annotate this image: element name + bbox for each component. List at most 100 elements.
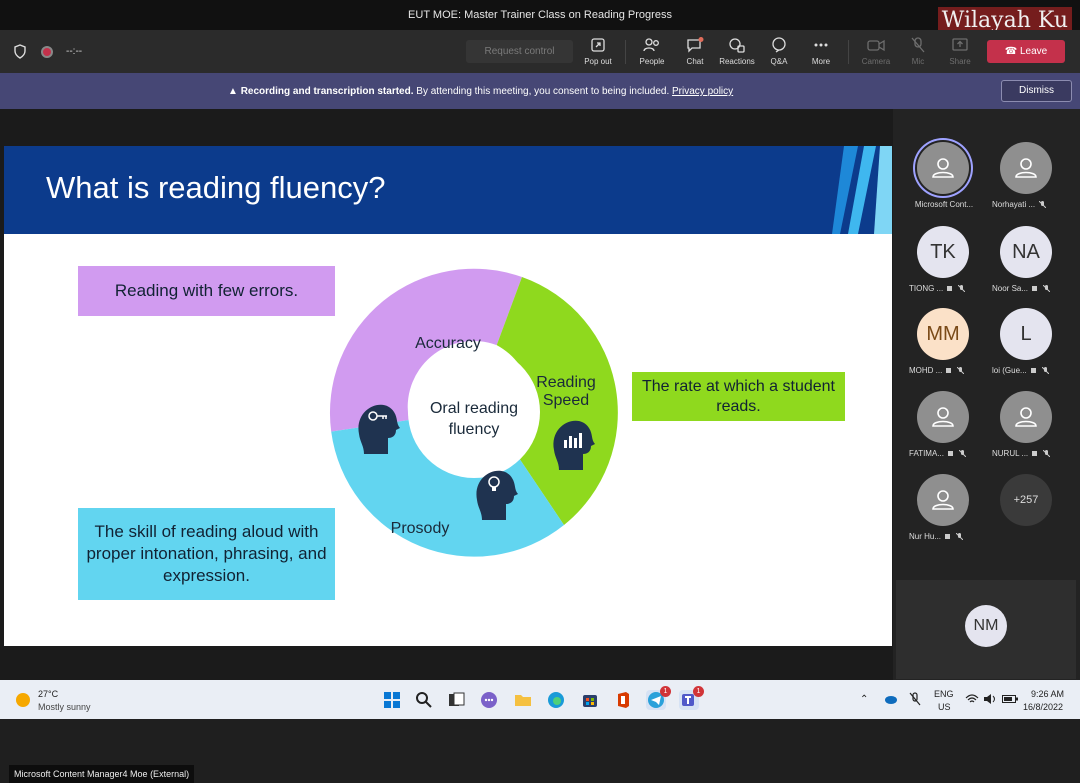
meeting-timer: --:-- bbox=[66, 46, 83, 57]
participant-tile[interactable]: Norhayati ... bbox=[986, 142, 1068, 224]
privacy-policy-link[interactable]: Privacy policy bbox=[672, 86, 733, 97]
windows-start-icon[interactable] bbox=[382, 690, 402, 710]
center-label-line1: Oral reading bbox=[430, 400, 518, 417]
edge-browser-icon[interactable] bbox=[546, 690, 566, 710]
sun-icon[interactable] bbox=[16, 693, 30, 707]
participant-tile[interactable]: L loi (Gue... bbox=[986, 308, 1068, 390]
video-off-icon bbox=[1032, 286, 1038, 292]
accuracy-label: Accuracy bbox=[415, 335, 481, 352]
dismiss-button[interactable]: Dismiss bbox=[1001, 80, 1072, 102]
leave-button[interactable]: ☎ Leave bbox=[987, 40, 1065, 63]
person-icon bbox=[932, 490, 954, 510]
video-off-icon bbox=[1030, 368, 1036, 374]
chevron-up-icon[interactable]: ⌃ bbox=[860, 694, 868, 705]
slide-header: What is reading fluency? bbox=[4, 146, 892, 234]
leave-label: Leave bbox=[1020, 46, 1048, 57]
participant-tile[interactable]: NURUL ... bbox=[986, 391, 1068, 473]
camera-button[interactable]: Camera bbox=[854, 36, 898, 66]
video-off-icon bbox=[945, 534, 951, 540]
participant-tile[interactable]: Microsoft Cont... bbox=[903, 142, 985, 224]
participant-name-text: MOHD ... bbox=[909, 366, 943, 376]
participant-tile[interactable]: FATIMA... bbox=[903, 391, 985, 473]
more-label: More bbox=[811, 57, 831, 66]
window-title: EUT MOE: Master Trainer Class on Reading… bbox=[408, 9, 672, 21]
qa-label: Q&A bbox=[770, 57, 788, 66]
prosody-definition-box: The skill of reading aloud with proper i… bbox=[78, 508, 335, 600]
wifi-icon[interactable] bbox=[965, 694, 979, 704]
toolbar-divider bbox=[625, 40, 626, 64]
participant-tile[interactable]: TK TIONG ... bbox=[903, 226, 985, 308]
task-view-icon[interactable] bbox=[446, 690, 466, 710]
participant-name: NURUL ... bbox=[992, 449, 1074, 458]
participant-name: TIONG ... bbox=[909, 284, 991, 293]
office-icon[interactable] bbox=[613, 690, 633, 710]
participant-avatar: TK bbox=[917, 226, 969, 278]
telegram-app[interactable]: 1 bbox=[646, 686, 671, 710]
mic-button[interactable]: Mic bbox=[896, 36, 940, 66]
meeting-toolbar: --:-- Request control Pop out People Cha… bbox=[0, 30, 1080, 73]
mic-muted-icon bbox=[958, 285, 966, 293]
people-button[interactable]: People bbox=[630, 36, 674, 66]
more-button[interactable]: More bbox=[799, 36, 843, 66]
chat-label: Chat bbox=[686, 57, 704, 66]
onedrive-icon[interactable] bbox=[884, 694, 898, 704]
clock-time[interactable]: 9:26 AM bbox=[1031, 689, 1064, 699]
participant-name-text: NURUL ... bbox=[992, 449, 1029, 459]
reactions-button[interactable]: Reactions bbox=[715, 36, 759, 66]
mic-off-icon bbox=[911, 37, 925, 53]
file-explorer-icon[interactable] bbox=[513, 690, 533, 710]
speed-label-line2: Speed bbox=[543, 392, 589, 409]
volume-icon[interactable] bbox=[983, 694, 997, 704]
teams-chat-icon[interactable] bbox=[479, 690, 499, 710]
weather-condition[interactable]: Mostly sunny bbox=[38, 702, 91, 712]
search-icon[interactable] bbox=[414, 690, 434, 710]
reactions-icon bbox=[729, 38, 745, 53]
mic-muted-icon bbox=[1041, 367, 1049, 375]
person-icon bbox=[932, 407, 954, 427]
video-off-icon bbox=[947, 286, 953, 292]
participant-tile[interactable]: Nur Hu... bbox=[903, 474, 985, 556]
language-indicator[interactable]: ENG bbox=[934, 689, 954, 699]
video-off-icon bbox=[1032, 451, 1038, 457]
person-icon bbox=[1015, 158, 1037, 178]
teams-app[interactable]: 1 bbox=[679, 686, 704, 710]
request-control-button[interactable]: Request control bbox=[466, 40, 573, 63]
participant-name: loi (Gue... bbox=[992, 366, 1074, 375]
participant-name: FATIMA... bbox=[909, 449, 991, 458]
mic-muted-tray-icon[interactable] bbox=[909, 692, 921, 706]
participant-name-text: Noor Sa... bbox=[992, 284, 1029, 294]
pop-out-button[interactable]: Pop out bbox=[576, 36, 620, 66]
battery-icon[interactable] bbox=[1002, 695, 1018, 703]
participant-name-text: loi (Gue... bbox=[992, 366, 1027, 376]
participant-name-text: FATIMA... bbox=[909, 449, 944, 459]
participant-tile[interactable]: NA Noor Sa... bbox=[986, 226, 1068, 308]
video-off-icon bbox=[946, 368, 952, 374]
mic-muted-icon bbox=[1039, 201, 1047, 209]
chat-button[interactable]: Chat bbox=[673, 36, 717, 66]
more-participants-button[interactable]: +257 bbox=[986, 474, 1068, 556]
participant-name-text: Microsoft Cont... bbox=[914, 200, 974, 210]
banner-message: ▲ Recording and transcription started. B… bbox=[228, 86, 733, 97]
participant-name: MOHD ... bbox=[909, 366, 991, 375]
warning-icon: ▲ bbox=[228, 86, 238, 97]
overflow-count: +257 bbox=[1000, 474, 1052, 526]
presenter-name-tag: Microsoft Content Manager4 Moe (External… bbox=[9, 765, 195, 783]
mic-muted-icon bbox=[958, 450, 966, 458]
share-label: Share bbox=[949, 57, 971, 66]
participant-tile[interactable]: MM MOHD ... bbox=[903, 308, 985, 390]
telegram-badge: 1 bbox=[660, 686, 671, 697]
fluency-cycle-diagram: Oral reading fluency Accuracy Reading Sp… bbox=[329, 268, 618, 557]
qa-button[interactable]: Q&A bbox=[757, 36, 801, 66]
weather-temperature[interactable]: 27°C bbox=[38, 689, 58, 699]
person-icon bbox=[1015, 407, 1037, 427]
qa-icon bbox=[772, 37, 786, 53]
banner-consent-text: By attending this meeting, you consent t… bbox=[416, 86, 670, 97]
clock-date[interactable]: 16/8/2022 bbox=[1023, 702, 1063, 712]
share-icon bbox=[952, 38, 968, 51]
region-indicator[interactable]: US bbox=[938, 702, 951, 712]
share-button[interactable]: Share bbox=[938, 36, 982, 66]
store-icon[interactable] bbox=[580, 690, 600, 710]
more-icon bbox=[814, 43, 828, 47]
recording-indicator-icon bbox=[41, 46, 53, 58]
participant-name-text: TIONG ... bbox=[909, 284, 944, 294]
